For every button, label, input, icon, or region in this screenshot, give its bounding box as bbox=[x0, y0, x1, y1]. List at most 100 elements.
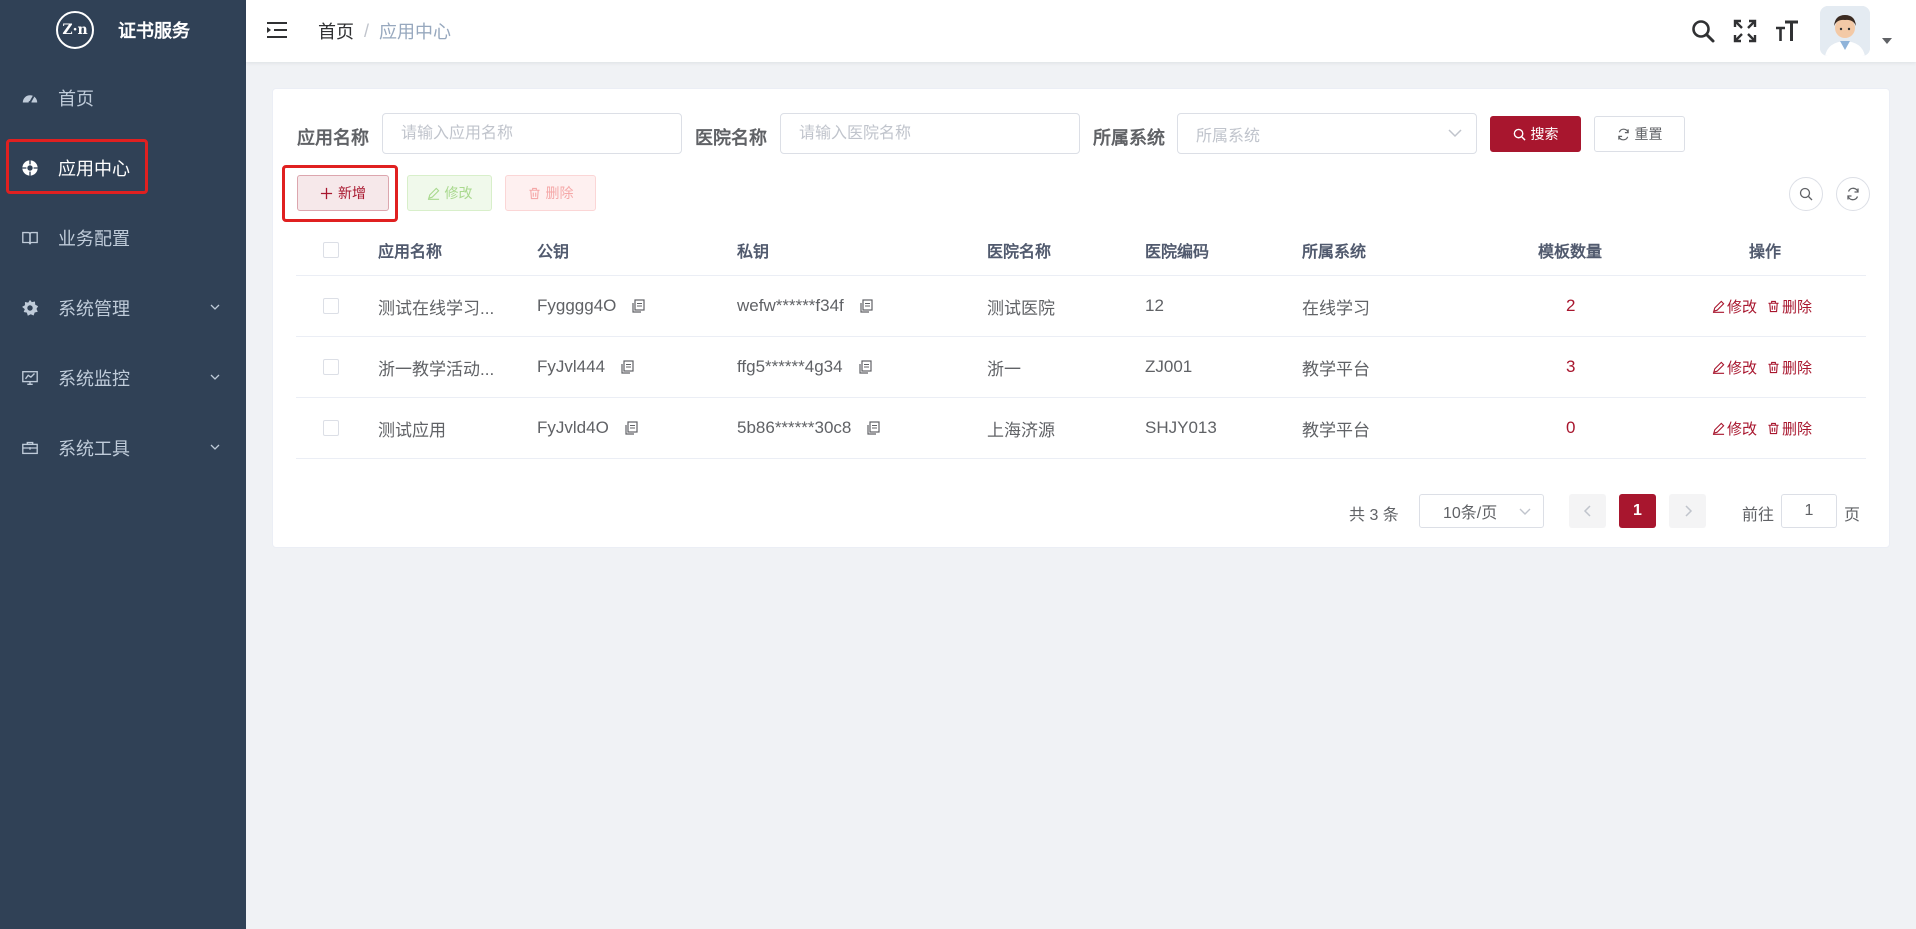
system-select[interactable]: 所属系统 bbox=[1177, 113, 1477, 154]
actions-cell: 修改 删除 bbox=[1712, 276, 1812, 336]
toggle-search-button[interactable] bbox=[1789, 177, 1823, 211]
page-size-value: 10条/页 bbox=[1443, 505, 1498, 522]
app-name-cell: 测试应用 bbox=[378, 420, 446, 440]
sidebar-item-business-config[interactable]: 业务配置 bbox=[0, 210, 246, 266]
table-header: 应用名称 公钥 私钥 医院名称 医院编码 所属系统 模板数量 操作 bbox=[296, 224, 1866, 276]
row-edit-link[interactable]: 修改 bbox=[1712, 418, 1757, 439]
sidebar-item-home[interactable]: 首页 bbox=[0, 70, 246, 126]
table-row: 浙一教学活动... FyJvl444 ffg5******4g34 浙一 ZJ0… bbox=[296, 337, 1866, 398]
chevron-down-icon bbox=[1519, 508, 1531, 515]
row-checkbox[interactable] bbox=[323, 359, 339, 375]
breadcrumb-home[interactable]: 首页 bbox=[318, 18, 354, 44]
template-count-cell[interactable]: 3 bbox=[1566, 337, 1575, 397]
column-header: 应用名称 bbox=[378, 243, 443, 261]
toolbox-icon bbox=[20, 438, 40, 458]
next-page-button[interactable] bbox=[1669, 494, 1706, 528]
logo-mark: Z·n bbox=[56, 11, 94, 49]
template-count-cell[interactable]: 2 bbox=[1566, 276, 1575, 336]
template-count-cell[interactable]: 0 bbox=[1566, 398, 1575, 458]
private-key-cell: 5b86******30c8 bbox=[737, 398, 881, 458]
sidebar-toggle-icon[interactable] bbox=[266, 20, 288, 40]
prev-page-button[interactable] bbox=[1569, 494, 1606, 528]
hospital-name-input[interactable] bbox=[780, 113, 1080, 154]
edit-icon bbox=[1712, 422, 1725, 435]
public-key-cell: FyJvld4O bbox=[537, 398, 639, 458]
hospital-code-cell: 12 bbox=[1145, 296, 1164, 315]
pagination-total: 共 3 条 bbox=[1349, 507, 1399, 524]
public-key-cell: Fygggg4O bbox=[537, 276, 646, 336]
row-delete-label: 删除 bbox=[1782, 359, 1813, 377]
row-delete-label: 删除 bbox=[1782, 420, 1813, 438]
refresh-button[interactable] bbox=[1836, 177, 1870, 211]
search-icon[interactable] bbox=[1690, 18, 1716, 44]
refresh-icon bbox=[1617, 128, 1629, 140]
book-icon bbox=[20, 228, 40, 248]
row-delete-link[interactable]: 删除 bbox=[1767, 296, 1812, 317]
goto-suffix: 页 bbox=[1844, 507, 1861, 524]
sidebar-item-system-monitor[interactable]: 系统监控 bbox=[0, 350, 246, 406]
public-key-text: FyJvld4O bbox=[537, 418, 609, 437]
private-key-text: ffg5******4g34 bbox=[737, 357, 843, 376]
row-select-cell bbox=[323, 337, 339, 397]
row-checkbox[interactable] bbox=[323, 298, 339, 314]
app-name-input[interactable] bbox=[382, 113, 682, 154]
search-button[interactable]: 搜索 bbox=[1490, 116, 1581, 152]
row-delete-label: 删除 bbox=[1782, 298, 1813, 316]
public-key-cell: FyJvl444 bbox=[537, 337, 635, 397]
app-name-cell: 浙一教学活动... bbox=[378, 359, 495, 379]
sidebar-item-label: 系统监控 bbox=[58, 369, 130, 389]
breadcrumb-current: 应用中心 bbox=[379, 22, 452, 42]
goto-page-input[interactable] bbox=[1781, 494, 1837, 528]
column-header: 医院名称 bbox=[987, 243, 1052, 261]
copy-icon[interactable] bbox=[865, 420, 881, 436]
sidebar-item-label: 首页 bbox=[58, 89, 94, 109]
table-row: 测试应用 FyJvld4O 5b86******30c8 上海济源 SHJY01… bbox=[296, 398, 1866, 459]
copy-icon[interactable] bbox=[619, 359, 635, 375]
copy-icon[interactable] bbox=[623, 420, 639, 436]
copy-icon[interactable] bbox=[858, 298, 874, 314]
search-button-label: 搜索 bbox=[1530, 126, 1559, 142]
chevron-right-icon bbox=[1684, 505, 1692, 517]
hospital-name-label: 医院名称 bbox=[695, 128, 767, 148]
private-key-text: 5b86******30c8 bbox=[737, 418, 852, 437]
row-select-cell bbox=[323, 276, 339, 336]
sidebar-item-system-tools[interactable]: 系统工具 bbox=[0, 420, 246, 476]
font-size-icon[interactable] bbox=[1774, 18, 1800, 44]
row-edit-link[interactable]: 修改 bbox=[1712, 357, 1757, 378]
sidebar-item-system-management[interactable]: 系统管理 bbox=[0, 280, 246, 336]
edit-icon bbox=[1712, 361, 1725, 374]
row-edit-label: 修改 bbox=[1727, 359, 1758, 377]
copy-icon[interactable] bbox=[857, 359, 873, 375]
trash-icon bbox=[1768, 422, 1779, 434]
avatar[interactable] bbox=[1820, 6, 1870, 56]
private-key-cell: ffg5******4g34 bbox=[737, 337, 873, 397]
column-header: 操作 bbox=[1749, 243, 1782, 261]
row-edit-link[interactable]: 修改 bbox=[1712, 296, 1757, 317]
goto-label: 前往 bbox=[1742, 507, 1775, 524]
row-delete-link[interactable]: 删除 bbox=[1767, 357, 1812, 378]
column-header: 所属系统 bbox=[1302, 243, 1367, 261]
column-header: 模板数量 bbox=[1538, 243, 1603, 261]
row-delete-link[interactable]: 删除 bbox=[1767, 418, 1812, 439]
fullscreen-icon[interactable] bbox=[1732, 18, 1758, 44]
select-all-checkbox[interactable] bbox=[323, 241, 339, 258]
trash-icon bbox=[528, 187, 540, 199]
page-number-button[interactable]: 1 bbox=[1619, 494, 1656, 528]
chevron-down-icon[interactable] bbox=[1882, 38, 1892, 44]
trash-icon bbox=[1768, 300, 1779, 312]
actions-cell: 修改 删除 bbox=[1712, 398, 1812, 458]
page-size-select[interactable]: 10条/页 bbox=[1419, 494, 1544, 528]
sidebar-item-label: 系统工具 bbox=[58, 439, 130, 459]
row-checkbox[interactable] bbox=[323, 420, 339, 436]
row-edit-label: 修改 bbox=[1727, 420, 1758, 438]
actions-cell: 修改 删除 bbox=[1712, 337, 1812, 397]
logo: Z·n 证书服务 bbox=[0, 0, 246, 60]
hospital-code-cell: ZJ001 bbox=[1145, 357, 1193, 376]
sidebar: Z·n 证书服务 首页 应用中心 业务配置 系统管理 系统监控 系统工具 bbox=[0, 0, 246, 929]
copy-icon[interactable] bbox=[630, 298, 646, 314]
table-row: 测试在线学习... Fygggg4O wefw******f34f 测试医院 1… bbox=[296, 276, 1866, 337]
app-name-cell: 测试在线学习... bbox=[378, 298, 495, 318]
reset-button[interactable]: 重置 bbox=[1594, 116, 1685, 152]
edit-button[interactable]: 修改 bbox=[407, 175, 492, 211]
delete-button[interactable]: 删除 bbox=[505, 175, 596, 211]
